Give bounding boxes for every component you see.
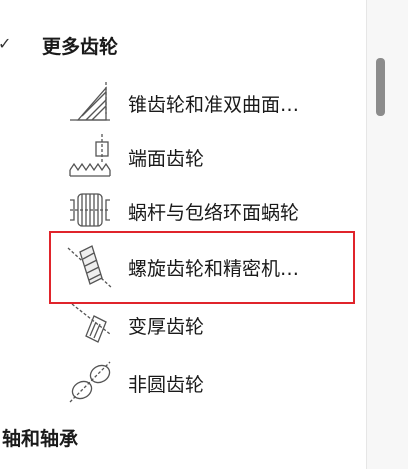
collapse-chevron-icon[interactable]: ✓ — [0, 34, 11, 53]
component-tree: ✓ 更多齿轮 锥齿轮和准双曲面… 端面齿轮 蜗杆与包络环面蜗轮 螺旋齿轮和精密机… — [0, 0, 366, 469]
tree-item-label: 变厚齿轮 — [128, 316, 205, 338]
group-shafts-bearings[interactable]: 轴和轴承 — [2, 424, 78, 451]
tree-item-beveloid-gear[interactable]: 变厚齿轮 — [60, 298, 360, 352]
scrollbar-thumb[interactable] — [376, 58, 385, 116]
group-more-gears[interactable]: 更多齿轮 — [42, 32, 118, 59]
worm-gear-icon — [70, 193, 110, 227]
tree-item-label: 端面齿轮 — [128, 148, 205, 170]
highlight-box — [49, 231, 355, 304]
tree-item-label: 锥齿轮和准双曲面… — [128, 94, 300, 116]
bevel-gear-icon — [70, 82, 110, 121]
beveloid-gear-icon — [71, 303, 111, 343]
tree-item-bevel-gear[interactable]: 锥齿轮和准双曲面… — [60, 76, 360, 130]
face-gear-icon — [69, 134, 111, 177]
gear-set-icon — [68, 0, 118, 10]
vertical-scrollbar[interactable] — [366, 0, 408, 469]
tree-item-label: 非圆齿轮 — [128, 374, 205, 396]
noncircular-gear-icon — [69, 361, 111, 403]
tree-item-worm-gear[interactable]: 蜗杆与包络环面蜗轮 — [60, 184, 360, 238]
tree-item-face-gear[interactable]: 端面齿轮 — [60, 130, 360, 184]
tree-item-label: 蜗杆与包络环面蜗轮 — [128, 202, 300, 224]
tree-item-noncircular-gear[interactable]: 非圆齿轮 — [60, 356, 360, 410]
